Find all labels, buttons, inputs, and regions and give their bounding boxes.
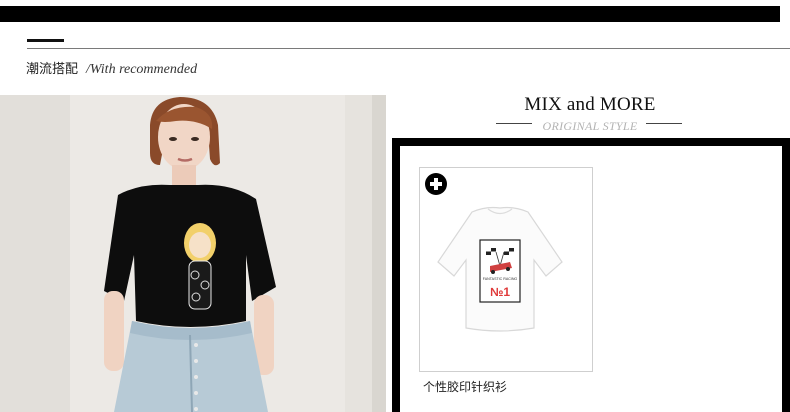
- mix-subtitle: ORIGINAL STYLE: [542, 119, 638, 133]
- product-frame-right-edge: [782, 138, 790, 412]
- product-image[interactable]: FANTASTIC RACING №1: [430, 200, 570, 345]
- top-black-bar: [0, 6, 780, 22]
- subtitle-line-right: [646, 123, 682, 124]
- mix-and-more-header: MIX and MORE ORIGINAL STYLE: [490, 94, 690, 133]
- subtitle-line-left: [496, 123, 532, 124]
- print-caption: FANTASTIC RACING: [483, 277, 518, 281]
- section-divider: [27, 48, 790, 49]
- white-tshirt-illustration: FANTASTIC RACING №1: [437, 206, 563, 332]
- model-illustration: [0, 95, 386, 412]
- heading-accent-line: [27, 39, 64, 42]
- section-title-en: /With recommended: [86, 62, 198, 77]
- plus-circle-icon[interactable]: [425, 173, 447, 195]
- section-heading: 潮流搭配 /With recommended: [26, 58, 197, 78]
- section-title-cn: 潮流搭配: [26, 62, 79, 77]
- print-number: №1: [490, 285, 510, 299]
- model-photo[interactable]: [0, 95, 386, 412]
- mix-title: MIX and MORE: [524, 94, 656, 115]
- product-name[interactable]: 个性胶印针织衫: [423, 378, 507, 395]
